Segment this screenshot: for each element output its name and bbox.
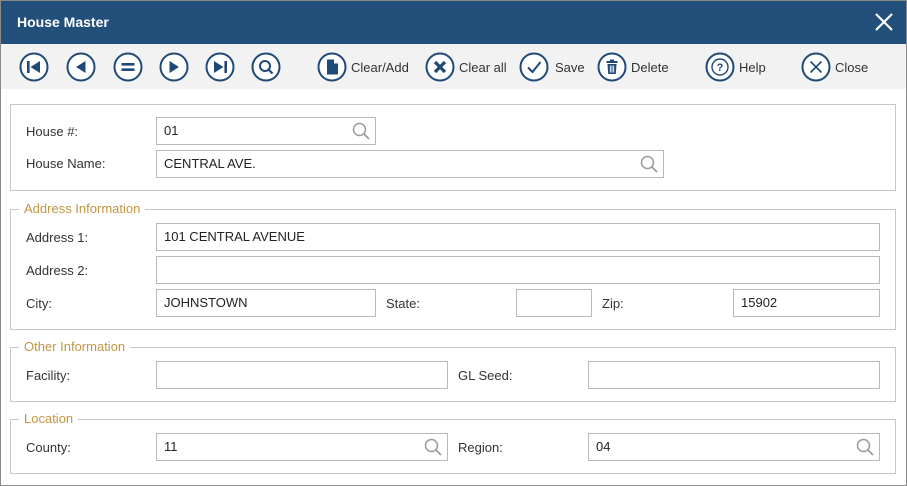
clear-all-label: Clear all (459, 59, 507, 75)
region-label: Region: (458, 440, 503, 455)
address2-label: Address 2: (26, 263, 89, 278)
clear-x-icon (425, 52, 455, 82)
county-value: 11 (164, 439, 178, 454)
region-value: 04 (596, 439, 611, 454)
house-number-search-icon[interactable] (351, 121, 371, 141)
svg-text:?: ? (717, 62, 724, 74)
location-group: Location County: 11 Region: 04 (10, 411, 896, 474)
window-title: House Master (17, 14, 109, 30)
clear-all-button[interactable]: Clear all (425, 52, 507, 82)
house-number-field[interactable]: 01 (156, 117, 376, 145)
first-record-button[interactable] (19, 52, 49, 82)
address2-field[interactable] (156, 256, 880, 284)
county-search-icon[interactable] (423, 437, 443, 457)
house-name-value: CENTRAL AVE. (164, 156, 256, 171)
address1-value: 101 CENTRAL AVENUE (164, 229, 305, 244)
state-label: State: (386, 296, 420, 311)
save-button[interactable]: Save (519, 52, 585, 82)
save-label: Save (555, 59, 585, 75)
last-record-button[interactable] (205, 52, 235, 82)
close-label: Close (835, 59, 869, 75)
other-information-legend: Other Information (19, 339, 131, 354)
county-label: County: (26, 440, 71, 455)
trash-icon (597, 52, 627, 82)
toolbar: Clear/Add Clear all Save Delete ? Help C… (1, 44, 906, 89)
help-button[interactable]: ? Help (705, 52, 766, 82)
help-icon: ? (705, 52, 735, 82)
close-button[interactable]: Close (801, 52, 868, 82)
house-number-label: House #: (26, 124, 79, 139)
city-label: City: (26, 296, 52, 311)
last-record-icon (205, 52, 235, 82)
address-information-legend: Address Information (19, 201, 146, 216)
search-icon (251, 52, 281, 82)
house-number-value: 01 (164, 123, 179, 138)
address-information-group: Address Information Address 1: 101 CENTR… (10, 201, 896, 330)
zip-field[interactable]: 15902 (733, 289, 880, 317)
house-name-search-icon[interactable] (639, 154, 659, 174)
form-content: House #: 01 House Name: CENTRAL AVE. Add… (1, 89, 906, 485)
new-document-icon (317, 52, 347, 82)
state-field[interactable] (516, 289, 592, 317)
gl-seed-field[interactable] (588, 361, 880, 389)
other-information-group: Other Information Facility: GL Seed: (10, 339, 896, 402)
clear-add-button[interactable]: Clear/Add (317, 52, 409, 82)
list-button[interactable] (113, 52, 143, 82)
city-value: JOHNSTOWN (164, 295, 248, 310)
help-label: Help (739, 59, 766, 75)
region-field[interactable]: 04 (588, 433, 880, 461)
previous-record-button[interactable] (66, 52, 96, 82)
house-master-window: House Master Clear/Add Clear all Save De… (0, 0, 907, 486)
window-close-icon[interactable] (872, 10, 896, 34)
house-group: House #: 01 House Name: CENTRAL AVE. (10, 104, 896, 191)
first-record-icon (19, 52, 49, 82)
clear-add-label: Clear/Add (351, 59, 409, 75)
previous-record-icon (66, 52, 96, 82)
delete-button[interactable]: Delete (597, 52, 669, 82)
title-bar: House Master (1, 1, 906, 44)
gl-seed-label: GL Seed: (458, 368, 513, 383)
address1-field[interactable]: 101 CENTRAL AVENUE (156, 223, 880, 251)
house-name-label: House Name: (26, 156, 106, 171)
equals-icon (113, 52, 143, 82)
next-record-icon (159, 52, 189, 82)
facility-label: Facility: (26, 368, 71, 383)
delete-label: Delete (631, 59, 669, 75)
house-name-field[interactable]: CENTRAL AVE. (156, 150, 664, 178)
city-field[interactable]: JOHNSTOWN (156, 289, 376, 317)
county-field[interactable]: 11 (156, 433, 448, 461)
facility-field[interactable] (156, 361, 448, 389)
zip-label: Zip: (602, 296, 624, 311)
region-search-icon[interactable] (855, 437, 875, 457)
address1-label: Address 1: (26, 230, 89, 245)
search-button[interactable] (251, 52, 281, 82)
next-record-button[interactable] (159, 52, 189, 82)
checkmark-icon (519, 52, 549, 82)
zip-value: 15902 (741, 295, 778, 310)
location-legend: Location (19, 411, 79, 426)
close-icon (801, 52, 831, 82)
